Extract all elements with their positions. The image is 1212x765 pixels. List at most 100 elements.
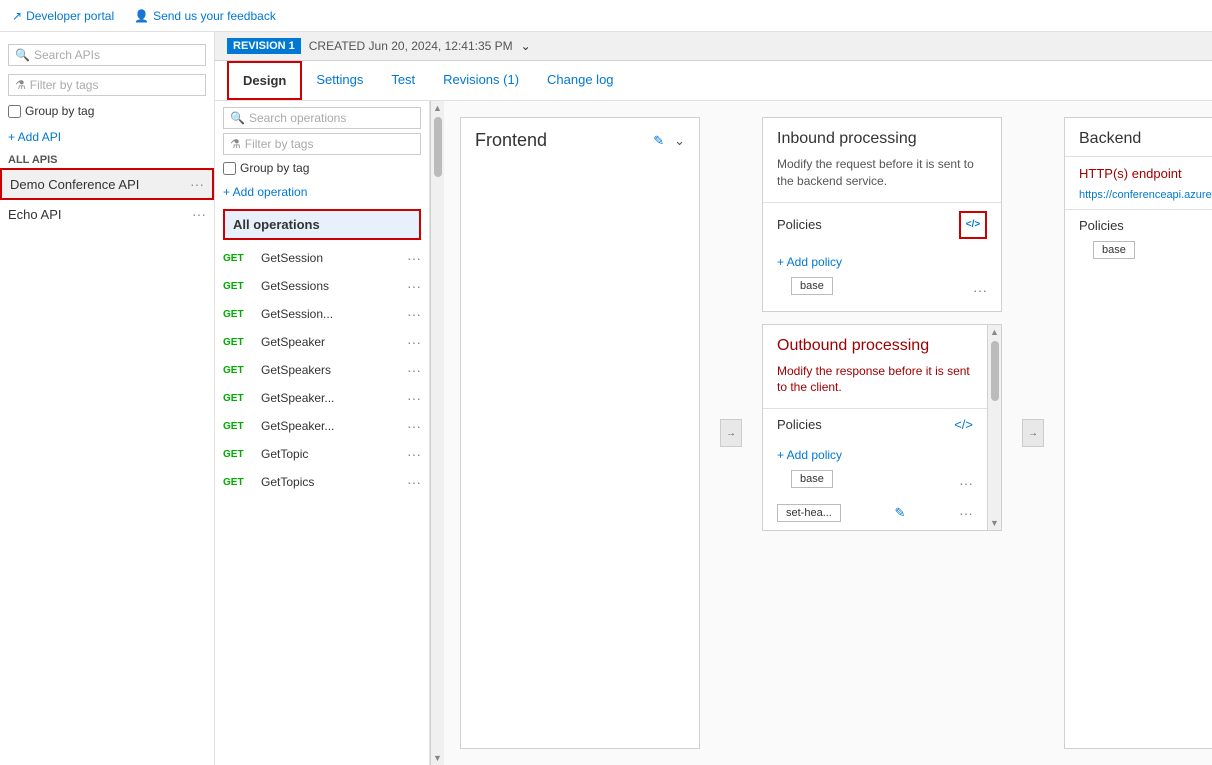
tab-revisions[interactable]: Revisions (1) [429,62,533,99]
outbound-policies-row: Policies </> [777,417,973,432]
op-menu-icon[interactable]: ··· [407,390,421,406]
backend-policies-label: Policies [1079,218,1124,233]
operations-panel: 🔍 Search operations ⚗ Filter by tags Gro… [215,101,430,765]
outbound-code-icon[interactable]: </> [954,417,973,432]
developer-portal-link[interactable]: ↗ Developer portal [12,9,114,23]
api-group-by-tag[interactable]: Group by tag [8,104,206,118]
inbound-base-tag[interactable]: base [791,277,833,295]
ops-search-input[interactable]: 🔍 Search operations [223,107,421,129]
feedback-icon: 👤 [134,9,149,23]
outbound-card: Outbound processing Modify the response … [762,324,1002,532]
op-menu-icon[interactable]: ··· [407,474,421,490]
operations-list: GETGetSession ··· GETGetSessions ··· GET… [215,244,429,765]
revision-chevron-icon[interactable]: ⌄ [521,39,531,53]
backend-card: Backend HTTP(s) endpoint ✎ https://confe… [1064,117,1212,749]
sidebar-item-demo-conference-api[interactable]: Demo Conference API ··· [0,168,214,200]
content-area: REVISION 1 CREATED Jun 20, 2024, 12:41:3… [215,32,1212,765]
main-layout: 🔍 Search APIs ⚗ Filter by tags Group by … [0,32,1212,765]
middle-column: Inbound processing Modify the request be… [762,117,1002,749]
inbound-card-header: Inbound processing [763,118,1001,156]
arrow-right-inbound-backend[interactable]: → [1022,419,1044,447]
http-endpoint-row: HTTP(s) endpoint ✎ [1065,156,1212,189]
frontend-edit-icon[interactable]: ✎ [653,133,664,149]
backend-policies-section: Policies </> [1065,209,1212,241]
outbound-card-header: Outbound processing [763,325,987,363]
tab-design[interactable]: Design [227,61,302,100]
ops-group-by-tag[interactable]: Group by tag [223,161,421,175]
list-item[interactable]: GETGetSpeaker... ··· [215,384,429,412]
outbound-policies-section: Policies </> [763,408,987,440]
group-by-tag-checkbox[interactable] [8,105,21,118]
add-operation-button[interactable]: + Add operation [223,185,421,199]
api-filter-input[interactable]: ⚗ Filter by tags [8,74,206,96]
all-apis-label: All APIs [0,148,214,168]
frontend-card: Frontend ✎ ⌄ [460,117,700,749]
outbound-vscrollbar[interactable]: ▲ ▼ [987,325,1001,531]
op-menu-icon[interactable]: ··· [407,250,421,266]
inbound-base-tag-menu[interactable]: ··· [973,282,987,298]
filter-icon: ⚗ [15,78,26,92]
backend-policies-row: Policies </> [1079,218,1212,233]
op-menu-icon[interactable]: ··· [407,446,421,462]
sidebar-item-echo-api[interactable]: Echo API ··· [0,200,214,228]
search-icon: 🔍 [15,48,30,62]
inbound-policies-section: Policies </> [763,202,1001,247]
ops-scrollbar[interactable]: ▲ ▼ [430,101,444,765]
ops-filter-input[interactable]: ⚗ Filter by tags [223,133,421,155]
revision-info: CREATED Jun 20, 2024, 12:41:35 PM [309,39,513,53]
revision-badge: REVISION 1 [227,38,301,54]
frontend-chevron-icon[interactable]: ⌄ [674,133,685,149]
left-sidebar: 🔍 Search APIs ⚗ Filter by tags Group by … [0,32,215,765]
op-menu-icon[interactable]: ··· [407,278,421,294]
all-operations-item[interactable]: All operations [223,209,421,240]
demo-api-menu-icon[interactable]: ··· [190,176,204,192]
api-search-input[interactable]: 🔍 Search APIs [8,44,206,66]
outbound-set-header-edit-icon[interactable]: ✎ [894,505,905,521]
feedback-link[interactable]: 👤 Send us your feedback [134,9,276,23]
inbound-add-policy-button[interactable]: + Add policy [763,247,1001,277]
inbound-card: Inbound processing Modify the request be… [762,117,1002,312]
list-item[interactable]: GETGetTopic ··· [215,440,429,468]
outbound-base-tag[interactable]: base [791,470,833,488]
ops-scroll-thumb[interactable] [434,117,442,177]
arrow-right-frontend-inbound[interactable]: → [720,419,742,447]
revision-bar: REVISION 1 CREATED Jun 20, 2024, 12:41:3… [215,32,1212,61]
top-bar: ↗ Developer portal 👤 Send us your feedba… [0,0,1212,32]
outbound-scroll-up-icon[interactable]: ▲ [990,327,999,337]
list-item[interactable]: GETGetSpeaker... ··· [215,412,429,440]
outbound-set-header-tag[interactable]: set-hea... [777,504,841,522]
ops-group-by-tag-checkbox[interactable] [223,162,236,175]
outbound-scroll-down-icon[interactable]: ▼ [990,518,999,528]
outbound-policies-label: Policies [777,417,822,432]
list-item[interactable]: GETGetSessions ··· [215,272,429,300]
echo-api-menu-icon[interactable]: ··· [192,206,206,222]
op-menu-icon[interactable]: ··· [407,306,421,322]
outbound-add-policy-button[interactable]: + Add policy [763,440,987,470]
op-menu-icon[interactable]: ··· [407,362,421,378]
backend-base-tag[interactable]: base [1093,241,1135,259]
list-item[interactable]: GETGetSpeaker ··· [215,328,429,356]
op-menu-icon[interactable]: ··· [407,334,421,350]
list-item[interactable]: GETGetSpeakers ··· [215,356,429,384]
inbound-policies-row: Policies </> [777,211,987,239]
outbound-set-header-menu[interactable]: ··· [959,505,973,521]
inbound-policies-label: Policies [777,217,822,232]
backend-card-header: Backend [1065,118,1212,156]
list-item[interactable]: GETGetSession... ··· [215,300,429,328]
tab-test[interactable]: Test [377,62,429,99]
list-item[interactable]: GETGetTopics ··· [215,468,429,496]
endpoint-url[interactable]: https://conferenceapi.azurewebsit... [1065,189,1212,209]
add-api-button[interactable]: + Add API [8,130,206,144]
ops-search-icon: 🔍 [230,111,245,125]
op-menu-icon[interactable]: ··· [407,418,421,434]
tabs-bar: Design Settings Test Revisions (1) Chang… [215,61,1212,101]
frontend-card-header: Frontend ✎ ⌄ [461,118,699,159]
outbound-scroll-thumb[interactable] [991,341,999,401]
inbound-description: Modify the request before it is sent to … [763,156,1001,202]
tab-settings[interactable]: Settings [302,62,377,99]
inbound-code-policy-icon[interactable]: </> [959,211,987,239]
list-item[interactable]: GETGetSession ··· [215,244,429,272]
tab-changelog[interactable]: Change log [533,62,628,99]
outbound-description: Modify the response before it is sent to… [763,363,987,409]
outbound-base-menu[interactable]: ··· [959,475,973,491]
